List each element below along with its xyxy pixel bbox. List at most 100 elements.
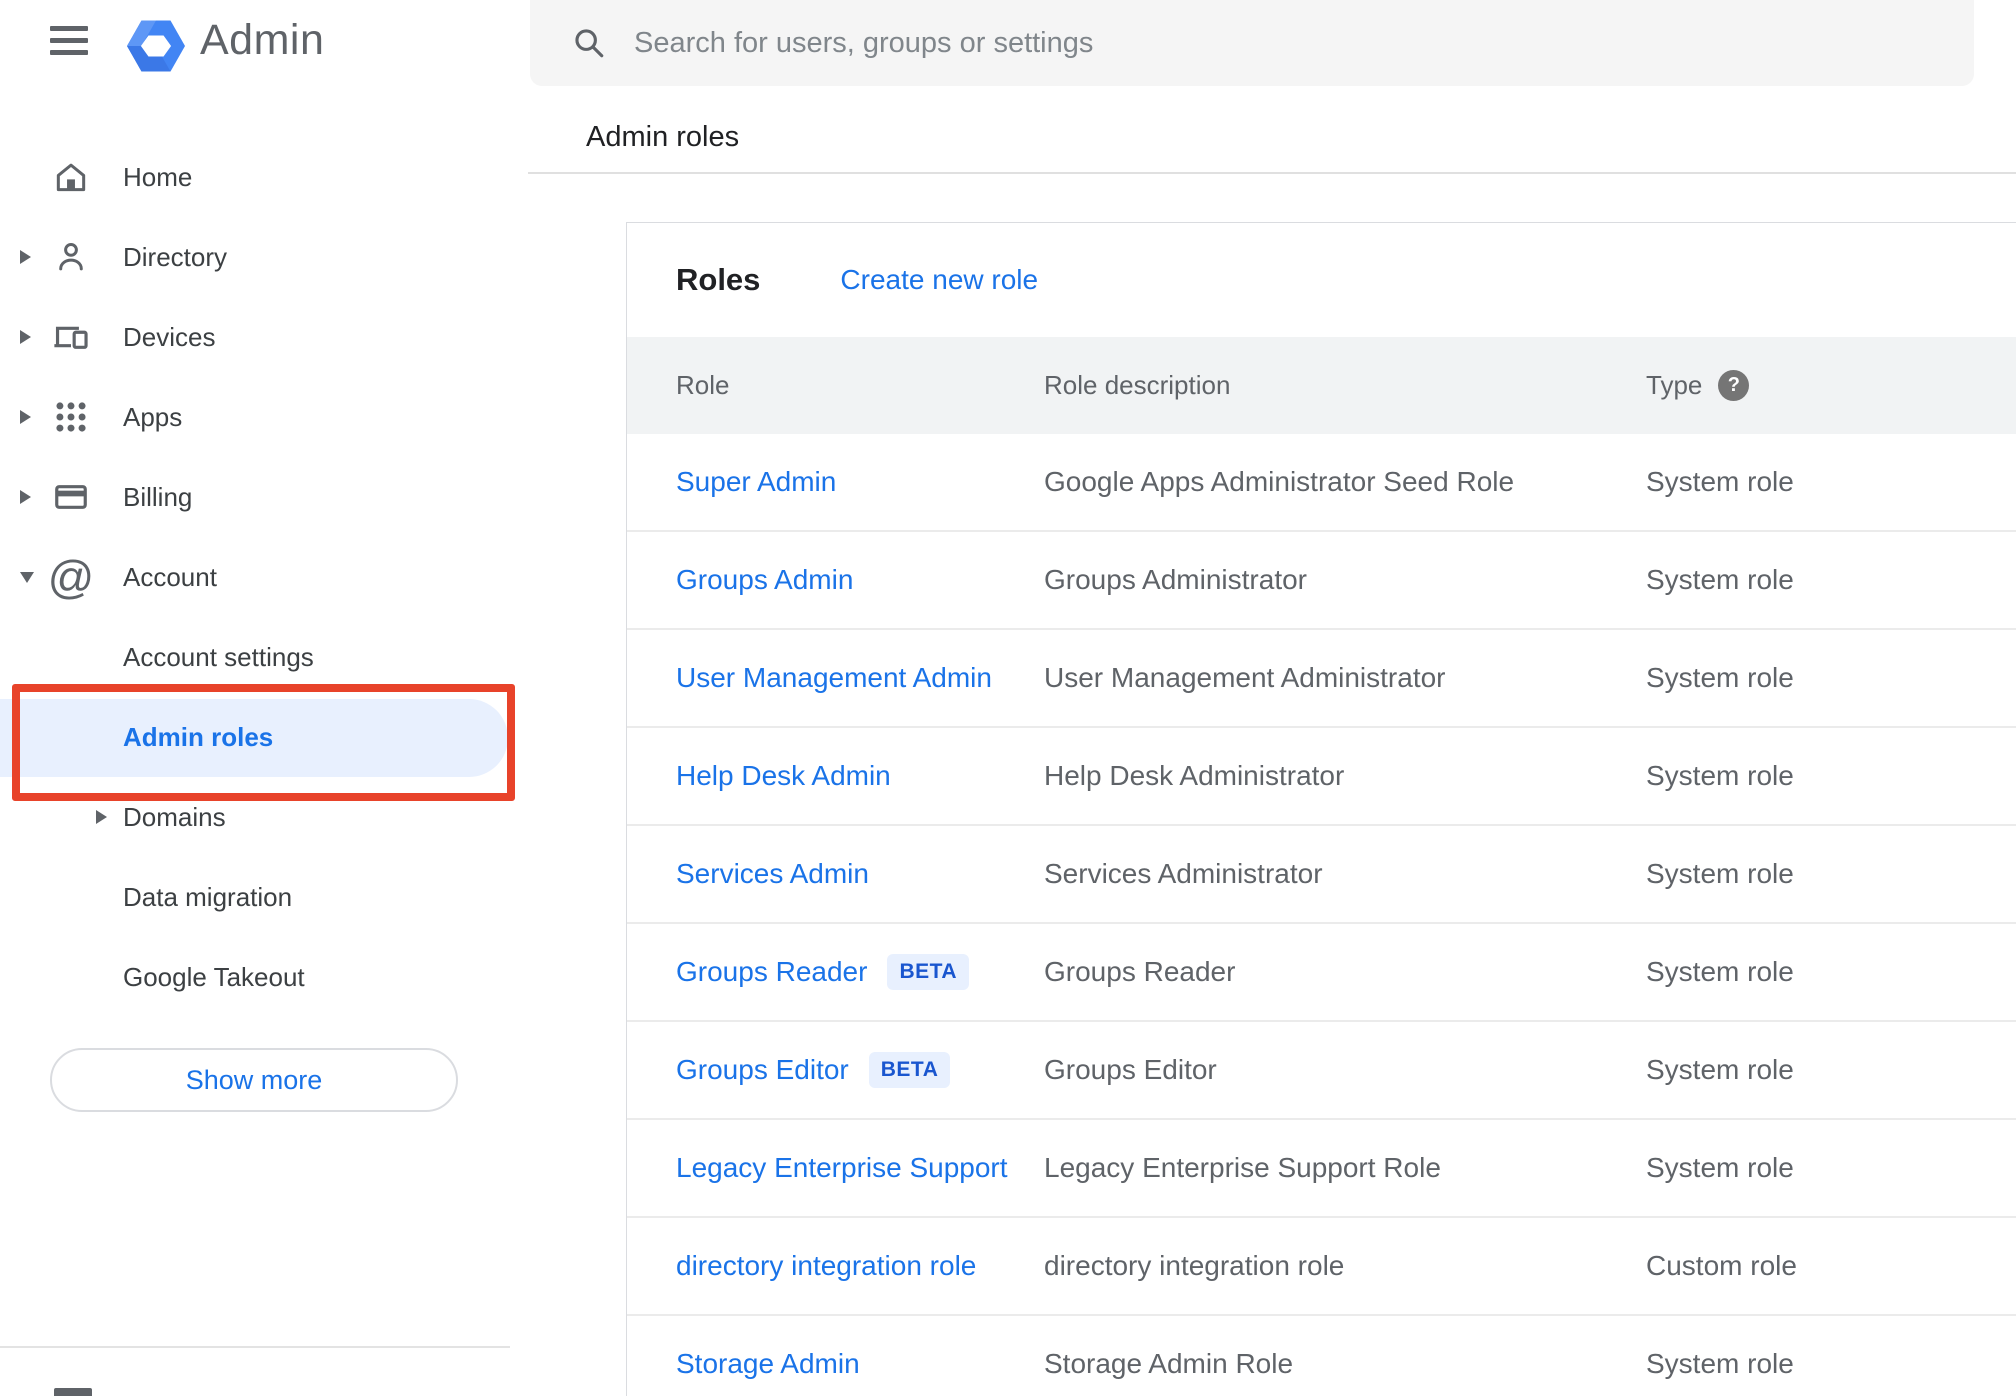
admin-logo-icon [127,20,185,72]
column-header-type-label: Type [1646,370,1703,400]
table-row: Legacy Enterprise Support Legacy Enterpr… [627,1120,2016,1218]
role-link[interactable]: User Management Admin [676,662,992,694]
role-link[interactable]: directory integration role [676,1250,976,1282]
column-header-type: Type ? [1646,337,1750,434]
chevron-right-icon[interactable] [20,330,31,344]
chevron-right-icon[interactable] [20,250,31,264]
role-link[interactable]: Legacy Enterprise Support [676,1152,1008,1184]
sidebar-item-label: Domains [123,801,226,832]
person-icon [52,238,90,276]
role-link[interactable]: Storage Admin [676,1348,860,1380]
search-input[interactable] [634,26,1944,60]
role-description: Legacy Enterprise Support Role [1044,1152,1441,1183]
sidebar-item-label: Billing [123,481,193,512]
at-sign-icon: @ [47,551,95,603]
table-row: Groups Editor BETA Groups Editor System … [627,1022,2016,1120]
role-cell: Help Desk Admin [676,728,891,824]
role-link[interactable]: Services Admin [676,858,869,890]
table-row: Groups Reader BETA Groups Reader System … [627,924,2016,1022]
role-type: System role [1646,662,1794,693]
sidebar-item-apps[interactable]: Apps [0,377,530,457]
role-link[interactable]: Groups Editor [676,1054,849,1086]
beta-badge: BETA [868,1052,951,1088]
sidebar-item-label: Account settings [123,641,314,672]
help-icon[interactable]: ? [1718,370,1750,401]
sidebar: Home Directory Devices Apps Billing @ Ac… [0,137,530,1017]
role-cell: Groups Admin [676,532,853,628]
role-type: Custom role [1646,1250,1797,1281]
role-type: System role [1646,760,1794,791]
table-header-row: Role Role description Type ? [627,337,2016,434]
role-description: directory integration role [1044,1250,1345,1281]
role-description: User Management Administrator [1044,662,1446,693]
search-icon [575,29,604,58]
sidebar-item-label: Google Takeout [123,961,305,992]
role-description: Services Administrator [1044,858,1323,889]
admin-console-screen: Admin Home Directory D [0,0,2016,1396]
sidebar-item-data-migration[interactable]: Data migration [0,857,530,937]
sidebar-divider [0,1346,510,1348]
role-cell: Storage Admin [676,1316,860,1396]
role-link[interactable]: Groups Reader [676,956,867,988]
sidebar-item-domains[interactable]: Domains [0,777,530,857]
chevron-right-icon[interactable] [20,490,31,504]
devices-icon [52,318,90,356]
table-row: Help Desk Admin Help Desk Administrator … [627,728,2016,826]
role-type: System role [1646,466,1794,497]
content-divider [528,172,2016,174]
role-cell: Groups Reader BETA [676,924,970,1020]
app-title: Admin [200,16,325,64]
sidebar-item-label: Account [123,561,217,592]
partial-menu-icon [54,1388,92,1396]
role-cell: Super Admin [676,434,836,530]
sidebar-item-account-settings[interactable]: Account settings [0,617,530,697]
column-header-role: Role [676,370,730,400]
sidebar-item-label: Admin roles [123,721,274,752]
role-description: Groups Administrator [1044,564,1307,595]
show-more-button[interactable]: Show more [50,1048,458,1112]
role-description: Storage Admin Role [1044,1348,1294,1379]
table-row: Super Admin Google Apps Administrator Se… [627,434,2016,532]
role-type: System role [1646,956,1794,987]
role-link[interactable]: Super Admin [676,466,836,498]
sidebar-item-devices[interactable]: Devices [0,297,530,377]
credit-card-icon [52,478,90,516]
sidebar-item-account[interactable]: @ Account [0,537,530,617]
roles-card-header: Roles Create new role [627,223,2016,337]
breadcrumb: Admin roles [586,121,740,153]
sidebar-item-directory[interactable]: Directory [0,217,530,297]
column-header-description: Role description [1044,370,1231,400]
role-cell: User Management Admin [676,630,992,726]
chevron-down-icon[interactable] [20,571,34,583]
role-description: Groups Editor [1044,1054,1217,1085]
role-link[interactable]: Groups Admin [676,564,853,596]
menu-icon[interactable] [50,26,88,58]
table-row: Services Admin Services Administrator Sy… [627,826,2016,924]
table-row: Storage Admin Storage Admin Role System … [627,1316,2016,1396]
role-type: System role [1646,1054,1794,1085]
chevron-right-icon[interactable] [96,810,107,824]
sidebar-item-admin-roles[interactable]: Admin roles [0,697,530,777]
create-new-role-link[interactable]: Create new role [840,264,1038,296]
sidebar-item-label: Apps [123,401,183,432]
role-cell: Groups Editor BETA [676,1022,951,1118]
role-description: Google Apps Administrator Seed Role [1044,466,1515,497]
search-bar[interactable] [530,0,1974,86]
sidebar-item-billing[interactable]: Billing [0,457,530,537]
sidebar-item-label: Directory [123,241,228,272]
home-icon [52,158,90,196]
sidebar-item-label: Data migration [123,881,293,912]
role-cell: Legacy Enterprise Support [676,1120,1008,1216]
sidebar-item-label: Home [123,161,193,192]
role-link[interactable]: Help Desk Admin [676,760,891,792]
table-row: Groups Admin Groups Administrator System… [627,532,2016,630]
role-description: Groups Reader [1044,956,1236,987]
role-type: System role [1646,1348,1794,1379]
roles-table-body: Super Admin Google Apps Administrator Se… [627,434,2016,1396]
sidebar-item-home[interactable]: Home [0,137,530,217]
chevron-right-icon[interactable] [20,410,31,424]
table-row: User Management Admin User Management Ad… [627,630,2016,728]
sidebar-item-google-takeout[interactable]: Google Takeout [0,937,530,1017]
beta-badge: BETA [887,954,970,990]
role-cell: Services Admin [676,826,869,922]
